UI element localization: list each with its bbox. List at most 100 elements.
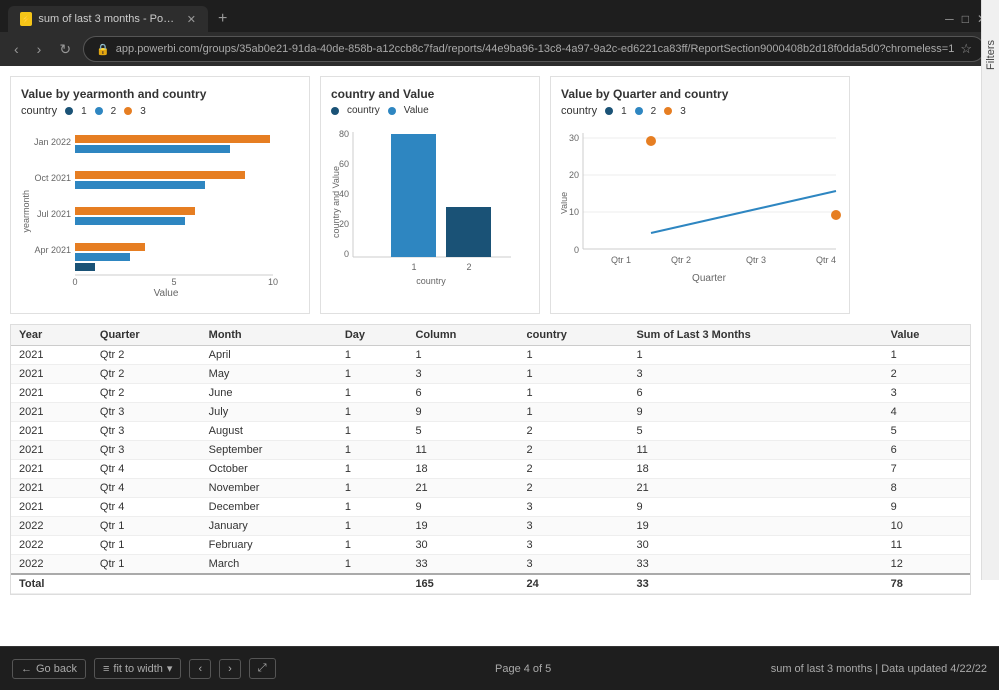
table-cell: 2 bbox=[883, 365, 970, 384]
fit-to-width-button[interactable]: ≡ fit to width ▾ bbox=[94, 658, 181, 679]
vbar-chart-container: country and Value country Value 80 60 40… bbox=[320, 76, 540, 314]
table-cell: August bbox=[201, 422, 337, 441]
col-day: Day bbox=[337, 325, 408, 346]
hbar-chart-body: yearmonth Jan 2022 Oct 2021 Jul 2021 Apr… bbox=[21, 123, 299, 299]
table-cell: December bbox=[201, 498, 337, 517]
table-cell: 3 bbox=[519, 498, 629, 517]
table-cell: 9 bbox=[883, 498, 970, 517]
tab-close-button[interactable]: ✕ bbox=[187, 13, 196, 26]
back-button[interactable]: ‹ bbox=[8, 37, 25, 61]
svg-text:Jan 2022: Jan 2022 bbox=[34, 137, 71, 147]
hbar-ylabel: yearmonth bbox=[21, 190, 31, 233]
next-page-button[interactable]: › bbox=[219, 659, 241, 679]
table-cell: 21 bbox=[407, 479, 518, 498]
line-legend-3: 3 bbox=[680, 106, 686, 117]
new-tab-button[interactable]: + bbox=[212, 8, 233, 30]
hbar-svg: Jan 2022 Oct 2021 Jul 2021 Apr 2021 bbox=[33, 123, 278, 288]
vbar-chart-title: country and Value bbox=[331, 87, 529, 101]
table-cell: 11 bbox=[883, 536, 970, 555]
total-cell: 78 bbox=[883, 574, 970, 594]
window-maximize-button[interactable]: □ bbox=[958, 12, 973, 26]
table-cell: February bbox=[201, 536, 337, 555]
svg-text:0: 0 bbox=[344, 249, 349, 259]
data-table: Year Quarter Month Day Column country Su… bbox=[11, 325, 970, 594]
table-row: 2021Qtr 2May13132 bbox=[11, 365, 970, 384]
table-cell: 6 bbox=[407, 384, 518, 403]
hbar-bar bbox=[75, 207, 195, 215]
line-chart-legend: country 1 2 3 bbox=[561, 105, 839, 117]
fullscreen-button[interactable]: ⤢ bbox=[249, 658, 276, 679]
table-cell: 9 bbox=[407, 498, 518, 517]
table-cell: Qtr 4 bbox=[92, 479, 201, 498]
favicon: ⚡ bbox=[20, 12, 32, 26]
data-updated-text: Data updated 4/22/22 bbox=[881, 663, 987, 675]
forward-button[interactable]: › bbox=[31, 37, 48, 61]
table-cell: 10 bbox=[883, 517, 970, 536]
svg-text:10: 10 bbox=[569, 207, 579, 217]
line-chart-container: Value by Quarter and country country 1 2… bbox=[550, 76, 850, 314]
table-cell: 2 bbox=[519, 422, 629, 441]
table-cell: 7 bbox=[883, 460, 970, 479]
status-text: sum of last 3 months bbox=[771, 663, 873, 675]
table-cell: 3 bbox=[519, 536, 629, 555]
go-back-button[interactable]: ← Go back bbox=[12, 659, 86, 679]
reload-button[interactable]: ↻ bbox=[53, 37, 77, 62]
vbar-bar-1 bbox=[391, 134, 436, 257]
table-cell: Qtr 1 bbox=[92, 517, 201, 536]
table-cell: 3 bbox=[519, 517, 629, 536]
vbar-legend-dot-value bbox=[388, 107, 396, 115]
table-cell: Qtr 2 bbox=[92, 365, 201, 384]
vbar-svg: 80 60 40 20 0 country and Value bbox=[331, 122, 531, 297]
table-cell: 3 bbox=[407, 365, 518, 384]
hbar-bar bbox=[75, 263, 95, 271]
table-cell: 8 bbox=[883, 479, 970, 498]
table-cell: 5 bbox=[883, 422, 970, 441]
table-cell: 1 bbox=[337, 403, 408, 422]
table-cell: 2021 bbox=[11, 422, 92, 441]
svg-text:Qtr 2: Qtr 2 bbox=[671, 255, 691, 265]
table-cell: Qtr 2 bbox=[92, 384, 201, 403]
svg-text:5: 5 bbox=[171, 277, 176, 287]
url-text: app.powerbi.com/groups/35ab0e21-91da-40d… bbox=[116, 43, 955, 55]
table-cell: Qtr 3 bbox=[92, 422, 201, 441]
table-cell: 2021 bbox=[11, 384, 92, 403]
table-cell: 6 bbox=[628, 384, 882, 403]
active-tab[interactable]: ⚡ sum of last 3 months - Power BI ✕ bbox=[8, 6, 208, 32]
bookmark-icon[interactable]: ☆ bbox=[960, 41, 972, 57]
table-row: 2021Qtr 3August15255 bbox=[11, 422, 970, 441]
table-row: 2021Qtr 3September1112116 bbox=[11, 441, 970, 460]
line-dot-orange-top bbox=[646, 136, 656, 146]
table-header-row: Year Quarter Month Day Column country Su… bbox=[11, 325, 970, 346]
hbar-legend-label: country bbox=[21, 105, 57, 117]
table-cell: 3 bbox=[628, 365, 882, 384]
table-cell: 21 bbox=[628, 479, 882, 498]
table-cell: 1 bbox=[519, 384, 629, 403]
table-total-row: Total165243378 bbox=[11, 574, 970, 594]
hbar-chart-container: Value by yearmonth and country country 1… bbox=[10, 76, 310, 314]
table-row: 2021Qtr 4November1212218 bbox=[11, 479, 970, 498]
nav-controls: ← Go back ≡ fit to width ▾ ‹ › ⤢ bbox=[12, 658, 276, 679]
page-info: Page 4 of 5 bbox=[495, 663, 551, 675]
page-info-text: Page 4 of 5 bbox=[495, 663, 551, 675]
filters-label[interactable]: Filters bbox=[985, 40, 997, 70]
hbar-bar bbox=[75, 145, 230, 153]
prev-page-button[interactable]: ‹ bbox=[189, 659, 211, 679]
fit-to-width-label: fit to width bbox=[113, 663, 163, 675]
vbar-legend-country: country bbox=[347, 105, 380, 116]
svg-text:1: 1 bbox=[411, 262, 416, 272]
table-cell: 2021 bbox=[11, 365, 92, 384]
legend-item-2: 2 bbox=[111, 106, 117, 117]
table-cell: June bbox=[201, 384, 337, 403]
vbar-legend-value: Value bbox=[404, 105, 429, 116]
table-cell: 11 bbox=[628, 441, 882, 460]
address-bar[interactable]: 🔒 app.powerbi.com/groups/35ab0e21-91da-4… bbox=[83, 36, 985, 62]
table-cell: Qtr 3 bbox=[92, 403, 201, 422]
col-sum: Sum of Last 3 Months bbox=[628, 325, 882, 346]
line-legend-2: 2 bbox=[651, 106, 657, 117]
filters-sidebar[interactable]: Filters bbox=[981, 0, 999, 580]
table-cell: 2 bbox=[519, 479, 629, 498]
bottom-bar: ← Go back ≡ fit to width ▾ ‹ › ⤢ Page 4 … bbox=[0, 646, 999, 690]
table-cell: March bbox=[201, 555, 337, 575]
table-cell: 33 bbox=[628, 555, 882, 575]
window-minimize-button[interactable]: ─ bbox=[941, 12, 958, 26]
